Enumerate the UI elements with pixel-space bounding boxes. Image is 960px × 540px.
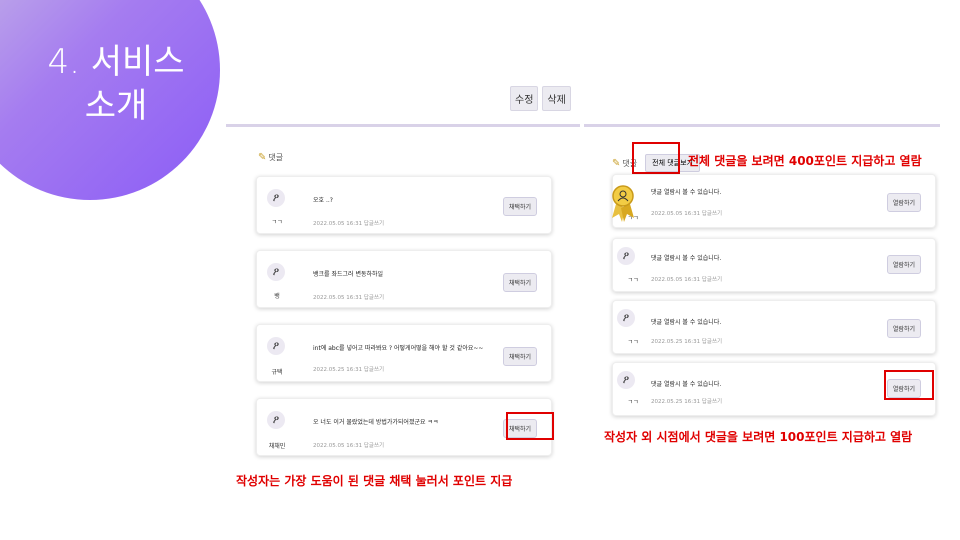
comment-text: 댓글 열람시 볼 수 있습니다. (651, 319, 722, 326)
adopt-button[interactable]: 채택하기 (502, 273, 537, 292)
medal-icon (612, 185, 634, 222)
comment-text: 댓글 열람시 볼 수 있습니다. (651, 255, 722, 262)
highlight-box-view-all (632, 142, 680, 174)
comment-meta: 2022.05.05 16:31 답글쓰기 (651, 211, 723, 217)
comment-meta: 2022.05.25 16:31 답글쓰기 (651, 399, 723, 405)
comment-card: ዖ 규택 int에 abc를 넣어고 따라봐요 ? 어떻게어떻을 해야 할 것 … (256, 324, 552, 382)
comment-meta: 2022.05.25 16:31 답글쓰기 (651, 339, 723, 345)
comment-author: ㄱㄱ (627, 277, 639, 284)
pencil-icon: ✎ (612, 157, 621, 169)
comment-text: 댓글 열람시 볼 수 있습니다. (651, 381, 722, 388)
user-icon: ዖ (267, 263, 285, 281)
left-divider (226, 124, 580, 127)
comment-author: ㄱㄱ (627, 339, 639, 346)
adopt-button[interactable]: 채택하기 (502, 197, 537, 216)
post-actions: 수정 삭제 (510, 86, 571, 111)
comment-text: int에 abc를 넣어고 따라봐요 ? 어떻게어떻을 해야 할 것 같아요~~ (313, 345, 484, 352)
comment-meta: 2022.05.05 16:31 답글쓰기 (313, 221, 385, 227)
adopt-button[interactable]: 채택하기 (502, 347, 537, 366)
comment-author: ㄱㄱ (271, 219, 283, 226)
comment-card: ㄱㄱ 댓글 열람시 볼 수 있습니다. 2022.05.05 16:31 답글쓰… (612, 174, 936, 228)
comment-text: 뱅크를 좌드그러 변동하하일 (313, 271, 384, 278)
delete-button[interactable]: 삭제 (542, 86, 571, 111)
comment-text: 오 너도 이거 물랐었는데 방법가가되어졌군요 ㅋㅋ (313, 419, 439, 426)
slide-title: 4. 서비스 소개 (36, 40, 196, 128)
title-line1: 4. 서비스 (47, 42, 185, 82)
unlock-button[interactable]: 열람하기 (886, 319, 921, 338)
user-icon: ዖ (617, 247, 635, 265)
unlock-button[interactable]: 열람하기 (886, 255, 921, 274)
comment-meta: 2022.05.05 16:31 답글쓰기 (313, 295, 385, 301)
user-icon: ዖ (267, 189, 285, 207)
comment-card: ዖ ㄱㄱ 댓글 열람시 볼 수 있습니다. 2022.05.25 16:31 답… (612, 300, 936, 354)
user-icon: ዖ (617, 309, 635, 327)
comment-author: 규택 (271, 369, 283, 376)
right-divider (584, 124, 940, 127)
right-annotation: 작성자 외 시점에서 댓글을 보려면 100포인트 지급하고 열람 (604, 430, 913, 444)
view-all-annotation: 전체 댓글을 보려면 400포인트 지급하고 열람 (688, 154, 922, 168)
comment-author: ㄱㄱ (627, 399, 639, 406)
title-line2: 소개 (84, 86, 148, 126)
edit-button[interactable]: 수정 (510, 86, 539, 111)
comment-card: ዖ ㄱㄱ 댓글 열람시 볼 수 있습니다. 2022.05.05 16:31 답… (612, 238, 936, 292)
comment-meta: 2022.05.05 16:31 답글쓰기 (313, 443, 385, 449)
user-icon: ዖ (617, 371, 635, 389)
unlock-button[interactable]: 열람하기 (886, 193, 921, 212)
pencil-icon: ✎ (258, 152, 267, 163)
highlight-box-adopt (506, 412, 554, 440)
comment-author: 뱅 (274, 293, 280, 300)
highlight-box-unlock (884, 370, 934, 400)
comment-meta: 2022.05.25 16:31 답글쓰기 (313, 367, 385, 373)
left-section-label: ✎ 댓글 (258, 152, 284, 163)
left-annotation: 작성자는 가장 도움이 된 댓글 채택 눌러서 포인트 지급 (236, 474, 513, 488)
comment-text: 댓글 열람시 볼 수 있습니다. (651, 189, 722, 196)
comment-card: ዖ ㄱㄱ 오호 ..? 2022.05.05 16:31 답글쓰기 채택하기 (256, 176, 552, 234)
comment-card: ዖ 뱅 뱅크를 좌드그러 변동하하일 2022.05.05 16:31 답글쓰기… (256, 250, 552, 308)
user-icon: ዖ (267, 337, 285, 355)
comment-text: 오호 ..? (313, 197, 333, 204)
comment-meta: 2022.05.05 16:31 답글쓰기 (651, 277, 723, 283)
user-icon: ዖ (267, 411, 285, 429)
comment-author: 채채민 (268, 443, 286, 450)
